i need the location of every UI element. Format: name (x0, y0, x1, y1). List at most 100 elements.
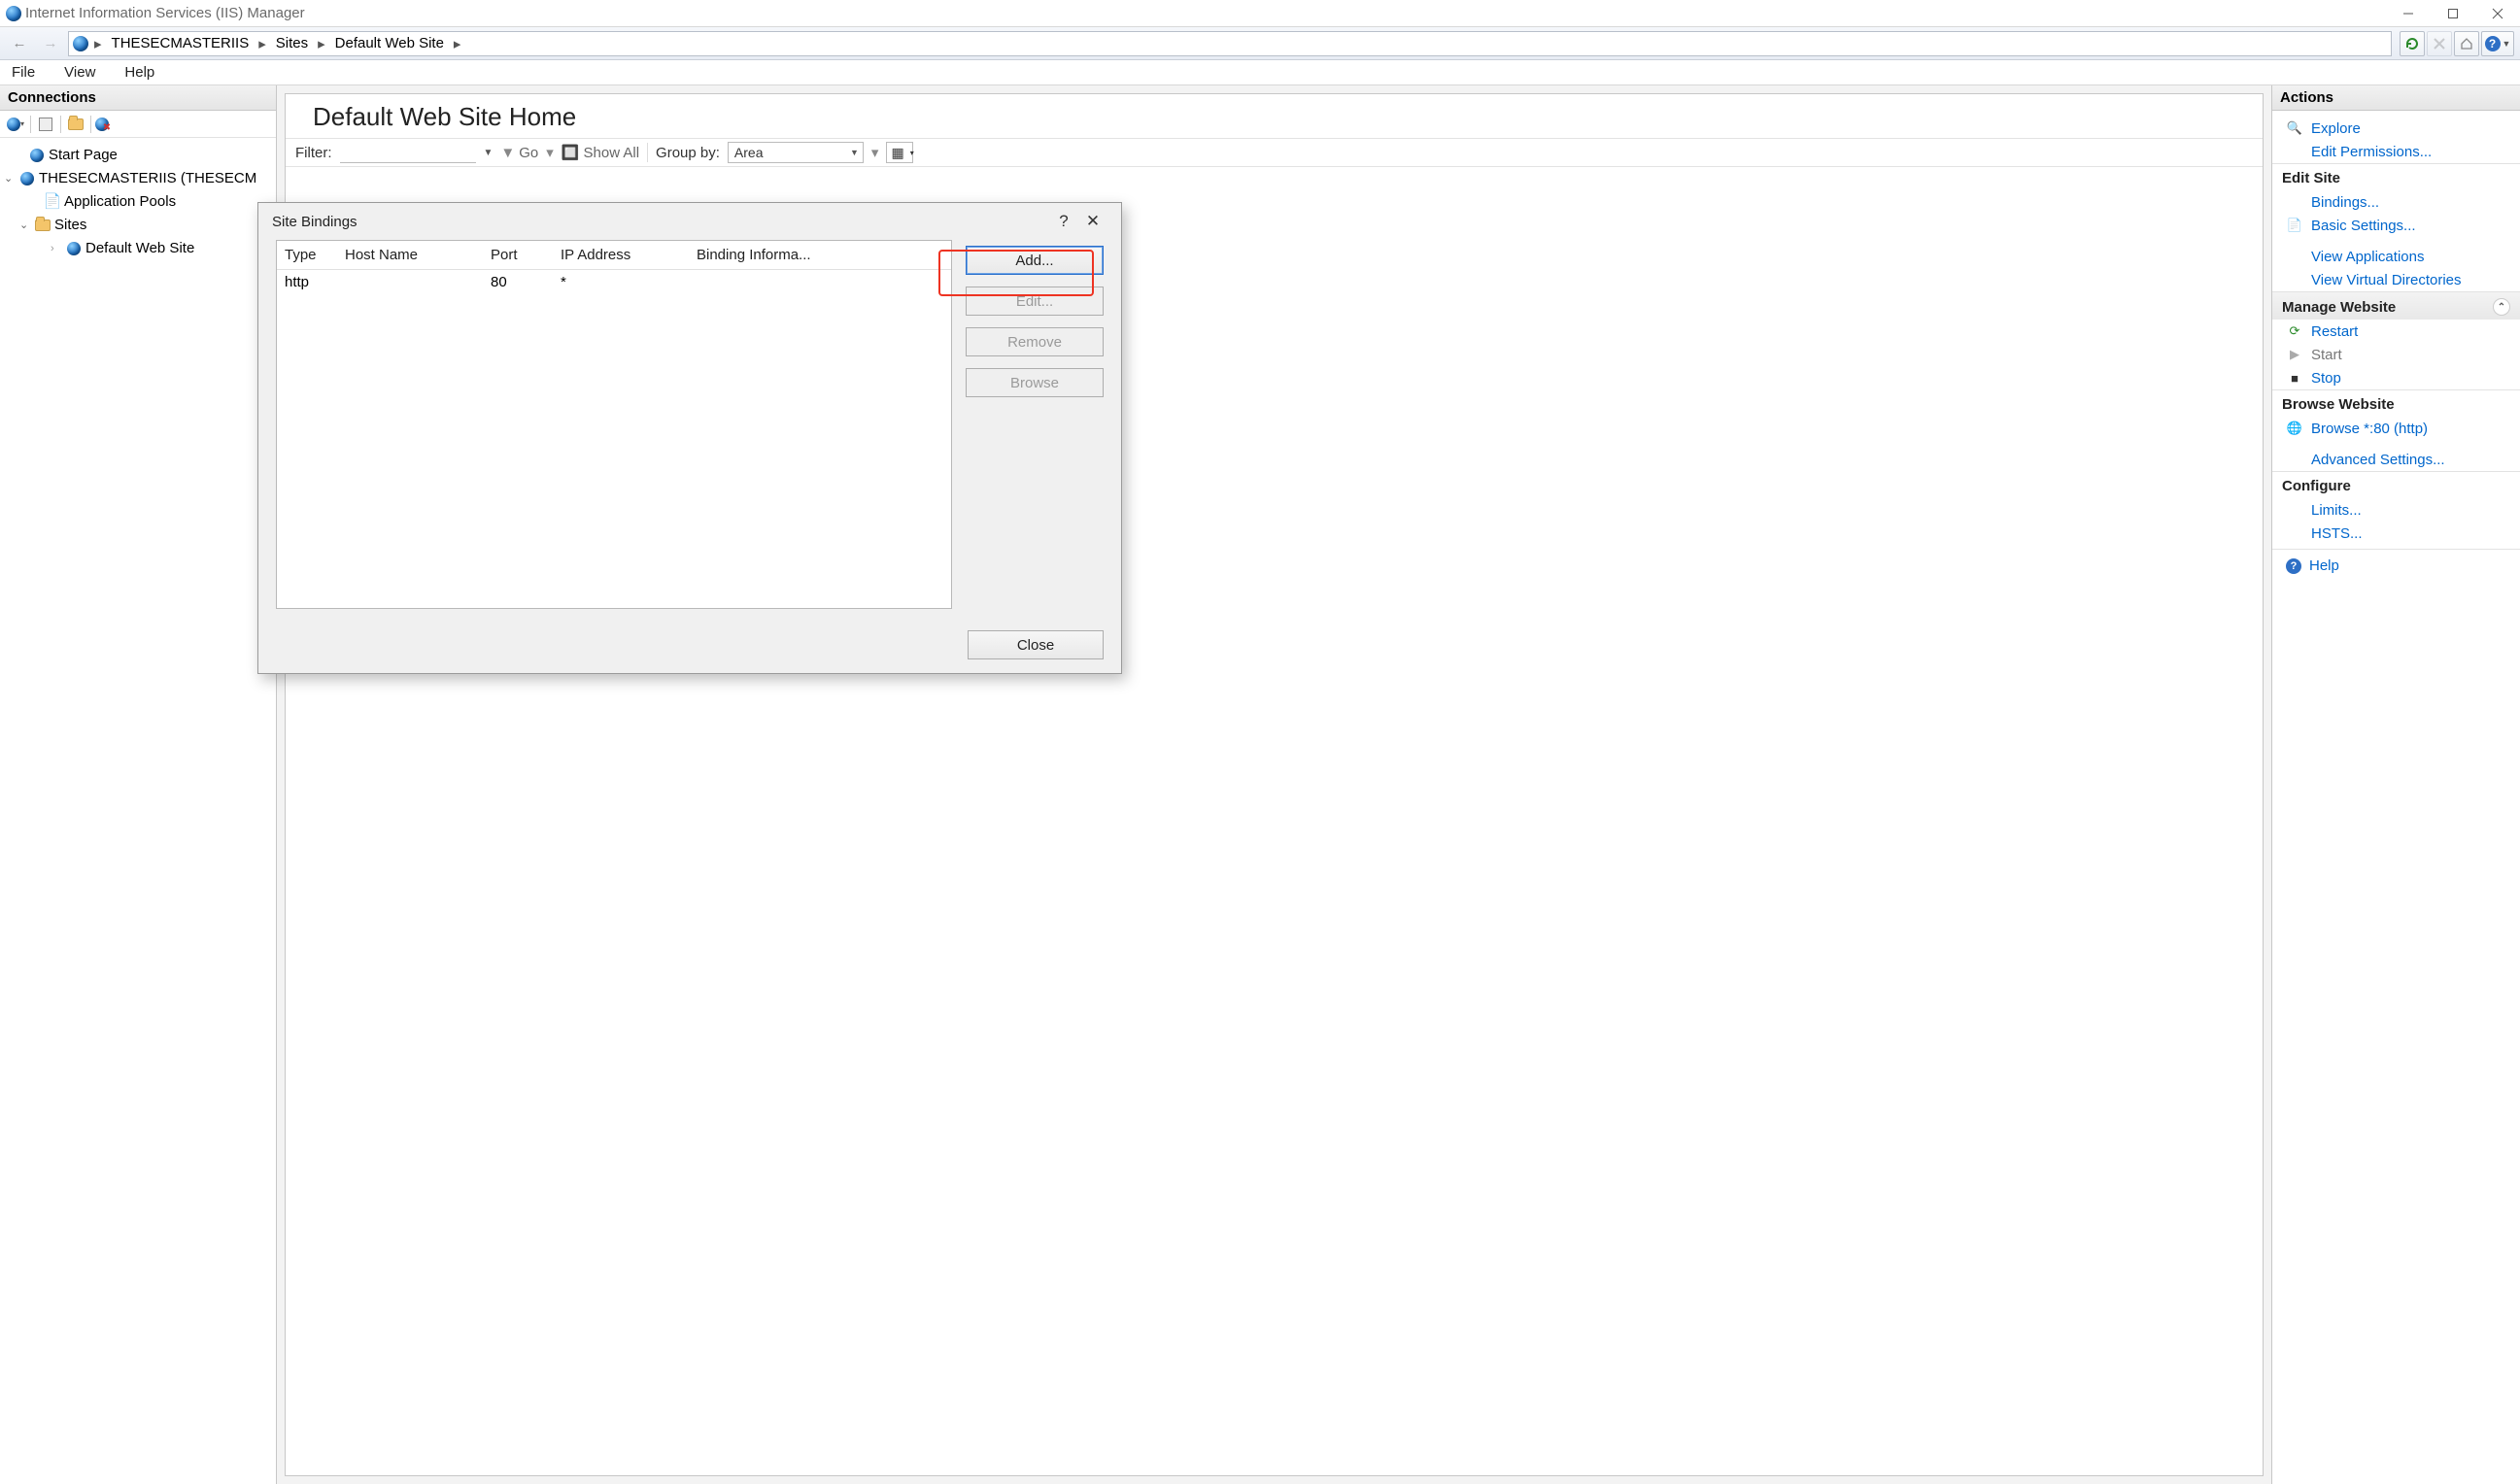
menu-file[interactable]: File (6, 62, 41, 83)
action-bindings[interactable]: Bindings... (2272, 190, 2520, 214)
dialog-close-button[interactable]: ✕ (1078, 212, 1107, 231)
col-type[interactable]: Type (285, 247, 345, 263)
crumb-site[interactable]: Default Web Site (331, 35, 448, 51)
grid-icon: ▦ (891, 145, 903, 161)
tree-label: Sites (54, 214, 86, 237)
page-title-row: Default Web Site Home (286, 94, 2263, 138)
connections-panel: Connections ▾ ✖ Start Page ⌄ (0, 85, 277, 1484)
filter-bar: Filter: ▼ ▼Go ▾ 🔲Show All Group by: Area… (286, 138, 2263, 167)
app-pools-icon: 📄 (45, 194, 60, 210)
connect-button[interactable]: ▾ (4, 114, 27, 135)
filter-label: Filter: (295, 145, 332, 161)
home-button[interactable] (2454, 31, 2479, 56)
show-all-icon: 🔲 (562, 144, 580, 161)
cell-ip: * (561, 274, 697, 290)
start-page-icon (29, 148, 45, 163)
action-hsts[interactable]: HSTS... (2272, 522, 2520, 545)
action-advanced-settings[interactable]: Advanced Settings... (2272, 448, 2520, 471)
actions-header: Actions (2272, 85, 2520, 111)
cell-port: 80 (491, 274, 561, 290)
chevron-down-icon[interactable]: ⌄ (4, 167, 16, 190)
action-stop[interactable]: ■Stop (2272, 366, 2520, 389)
open-folder-button[interactable] (64, 114, 87, 135)
tree-server[interactable]: ⌄ THESECMASTERIIS (THESECM (4, 167, 272, 190)
col-info[interactable]: Binding Informa... (697, 247, 943, 263)
dialog-help-button[interactable]: ? (1049, 212, 1078, 231)
add-button[interactable]: Add... (966, 246, 1104, 275)
tree-default-site[interactable]: › Default Web Site (4, 237, 272, 260)
dropdown-icon[interactable]: ▼ (484, 148, 494, 158)
collapse-icon[interactable]: ⌃ (2493, 298, 2510, 316)
crumb-server[interactable]: THESECMASTERIIS (108, 35, 254, 51)
cell-info (697, 274, 943, 290)
stop-button[interactable] (2427, 31, 2452, 56)
connections-toolbar: ▾ ✖ (0, 111, 276, 138)
view-mode-button[interactable]: ▦▾ (886, 142, 913, 163)
filter-input[interactable] (340, 142, 476, 163)
actions-panel: Actions 🔍Explore Edit Permissions... Edi… (2271, 85, 2520, 1484)
menu-view[interactable]: View (58, 62, 101, 83)
chevron-icon: ▸ (454, 35, 461, 52)
site-bindings-dialog: Site Bindings ? ✕ Type Host Name Port IP… (257, 202, 1122, 674)
tree-label: Default Web Site (85, 237, 194, 260)
nav-forward-button[interactable]: → (37, 31, 64, 56)
table-row[interactable]: http 80 * (277, 270, 951, 294)
col-port[interactable]: Port (491, 247, 561, 263)
action-view-applications[interactable]: View Applications (2272, 245, 2520, 268)
nav-back-button[interactable]: ← (6, 31, 33, 56)
edit-button[interactable]: Edit... (966, 287, 1104, 316)
table-header: Type Host Name Port IP Address Binding I… (277, 241, 951, 270)
action-edit-permissions[interactable]: Edit Permissions... (2272, 140, 2520, 163)
cell-host (345, 274, 491, 290)
folder-search-icon: 🔍 (2286, 119, 2303, 137)
tree-sites[interactable]: ⌄ Sites (4, 214, 272, 237)
browse-icon: 🌐 (2286, 420, 2303, 437)
breadcrumb[interactable]: ▸ THESECMASTERIIS ▸ Sites ▸ Default Web … (68, 31, 2392, 56)
remove-button[interactable]: Remove (966, 327, 1104, 356)
col-host[interactable]: Host Name (345, 247, 491, 263)
close-button[interactable] (2475, 0, 2520, 27)
restart-icon: ⟳ (2286, 322, 2303, 340)
tree-start-page[interactable]: Start Page (4, 144, 272, 167)
connections-tree: Start Page ⌄ THESECMASTERIIS (THESECM 📄 … (0, 138, 276, 266)
show-all-button[interactable]: 🔲Show All (562, 144, 639, 161)
action-browse-80[interactable]: 🌐Browse *:80 (http) (2272, 417, 2520, 440)
nav-bar: ← → ▸ THESECMASTERIIS ▸ Sites ▸ Default … (0, 27, 2520, 60)
chevron-down-icon[interactable]: ⌄ (19, 214, 31, 237)
refresh-button[interactable] (2400, 31, 2425, 56)
refresh-tree-button[interactable]: ✖ (94, 114, 118, 135)
crumb-sites[interactable]: Sites (272, 35, 312, 51)
action-explore[interactable]: 🔍Explore (2272, 117, 2520, 140)
maximize-button[interactable] (2431, 0, 2475, 27)
action-view-virtual-dirs[interactable]: View Virtual Directories (2272, 268, 2520, 291)
help-dropdown-button[interactable]: ?▼ (2481, 31, 2514, 56)
chevron-icon: ▸ (318, 35, 325, 52)
globe-icon (73, 36, 88, 51)
action-help[interactable]: ?Help (2272, 549, 2520, 577)
action-basic-settings[interactable]: 📄Basic Settings... (2272, 214, 2520, 237)
action-limits[interactable]: Limits... (2272, 498, 2520, 522)
section-edit-site: Edit Site (2272, 163, 2520, 190)
bindings-table[interactable]: Type Host Name Port IP Address Binding I… (276, 240, 952, 609)
dialog-title: Site Bindings (272, 214, 358, 230)
action-restart[interactable]: ⟳Restart (2272, 320, 2520, 343)
go-button[interactable]: ▼Go (500, 145, 538, 161)
cell-type: http (285, 274, 345, 290)
tree-label: Application Pools (64, 190, 176, 214)
browse-button[interactable]: Browse (966, 368, 1104, 397)
close-dialog-button[interactable]: Close (968, 630, 1104, 659)
chevron-icon: ▸ (258, 35, 266, 52)
server-icon (19, 171, 35, 186)
globe-icon (66, 241, 82, 256)
action-start[interactable]: ▶Start (2272, 343, 2520, 366)
menu-help[interactable]: Help (119, 62, 160, 83)
save-button[interactable] (34, 114, 57, 135)
tree-app-pools[interactable]: 📄 Application Pools (4, 190, 272, 214)
col-ip[interactable]: IP Address (561, 247, 697, 263)
minimize-button[interactable] (2386, 0, 2431, 27)
titlebar: Internet Information Services (IIS) Mana… (0, 0, 2520, 27)
window-title: Internet Information Services (IIS) Mana… (25, 5, 305, 21)
play-icon: ▶ (2286, 346, 2303, 363)
chevron-right-icon[interactable]: › (51, 237, 62, 260)
group-by-select[interactable]: Area ▼ (728, 142, 864, 163)
